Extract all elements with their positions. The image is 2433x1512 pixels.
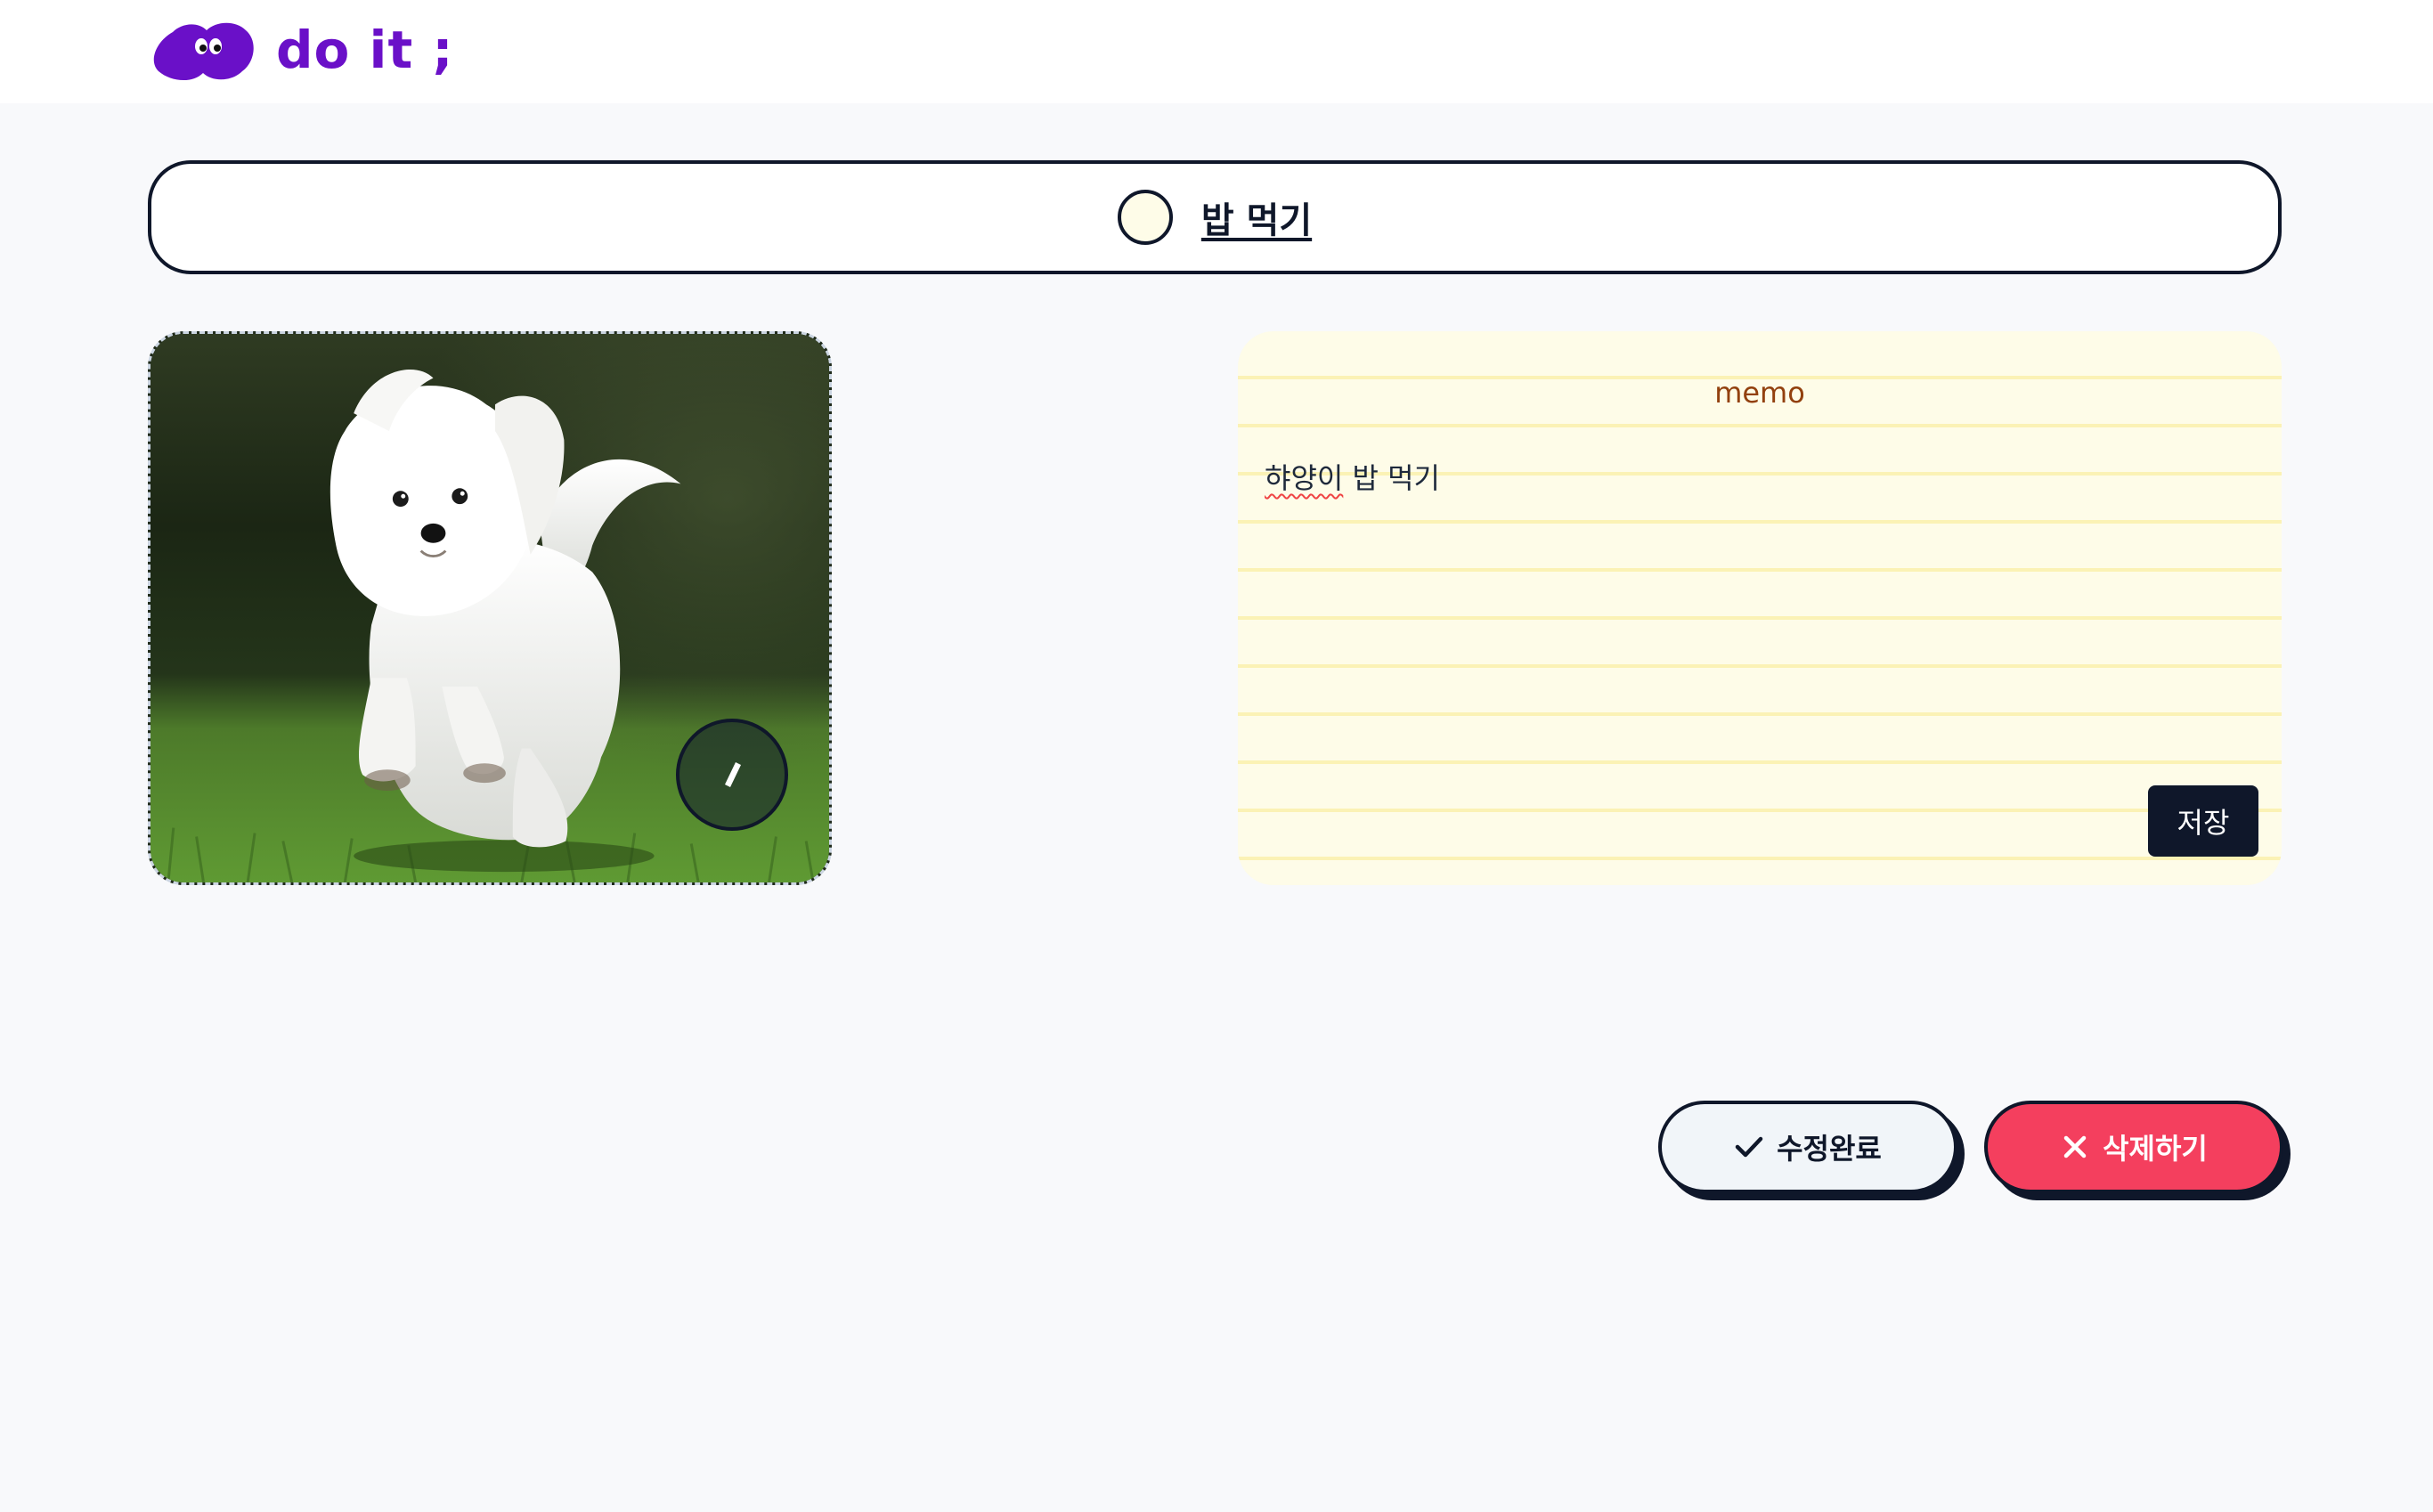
todo-complete-checkbox[interactable] <box>1117 190 1173 245</box>
check-icon <box>1735 1136 1763 1158</box>
todo-image-card <box>148 331 832 885</box>
close-icon <box>2063 1135 2087 1158</box>
todo-name[interactable]: 밥 먹기 <box>1201 191 1312 243</box>
logo-blob-icon <box>153 22 254 81</box>
edit-image-button[interactable] <box>676 719 788 831</box>
top-header: do it ; <box>0 0 2433 103</box>
memo-title: memo <box>1714 376 1805 410</box>
memo-card: memo 햐양이 밥 먹기 저장 <box>1238 331 2282 885</box>
logo-text: do it ; <box>276 20 454 80</box>
edit-done-label: 수정완료 <box>1777 1132 1882 1166</box>
todo-title-bar: 밥 먹기 <box>148 160 2282 274</box>
memo-save-button[interactable]: 저장 <box>2148 785 2258 857</box>
logo[interactable]: do it ; <box>150 14 454 85</box>
delete-label: 삭제하기 <box>2103 1132 2208 1166</box>
memo-textarea[interactable]: 햐양이 밥 먹기 <box>1265 461 2244 495</box>
memo-text-misspelled: 햐양이 <box>1265 461 1344 495</box>
pencil-icon <box>725 762 741 787</box>
delete-button[interactable]: 삭제하기 <box>1984 1101 2283 1193</box>
memo-text-rest: 밥 먹기 <box>1343 461 1441 495</box>
edit-done-button[interactable]: 수정완료 <box>1658 1101 1957 1193</box>
